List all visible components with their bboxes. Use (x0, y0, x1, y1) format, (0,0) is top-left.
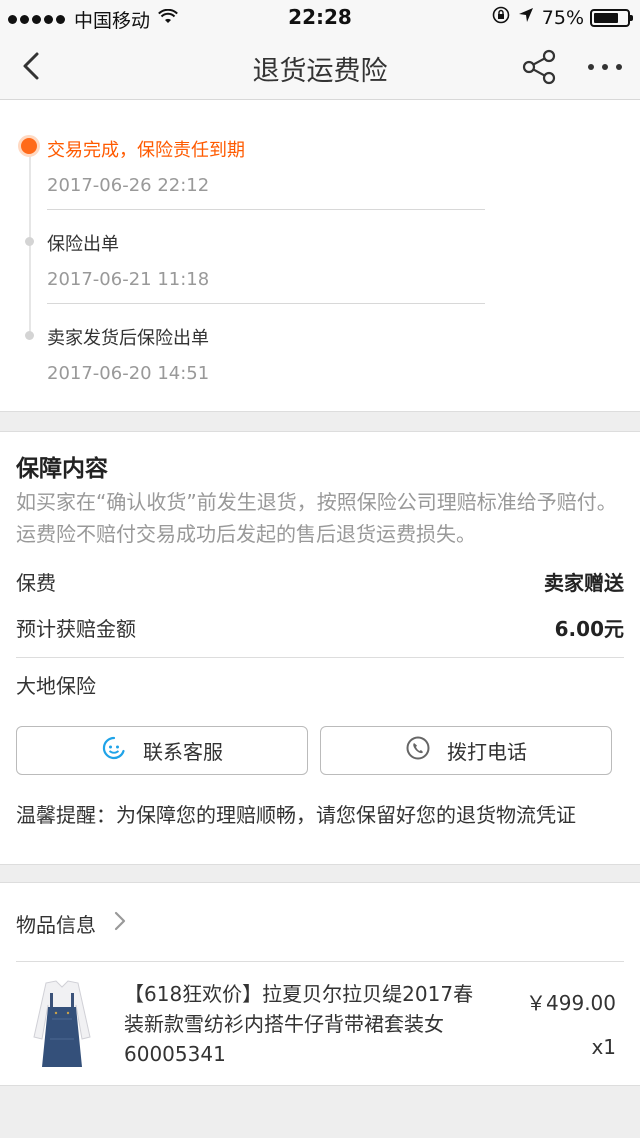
chevron-right-icon (114, 911, 126, 936)
guarantee-title: 保障内容 (16, 456, 108, 482)
contact-service-label: 联系客服 (143, 740, 223, 764)
guarantee-section: 保障内容 如买家在“确认收货”前发生退货，按照保险公司理赔标准给予赔付。运费险不… (0, 431, 640, 865)
product-thumbnail[interactable] (32, 979, 92, 1071)
call-button[interactable]: 拨打电话 (320, 726, 612, 775)
item-info-header[interactable]: 物品信息 (16, 909, 126, 938)
location-arrow-icon (518, 7, 534, 28)
timeline-divider (47, 209, 485, 210)
premium-label: 保费 (16, 571, 56, 595)
orientation-lock-icon (492, 6, 510, 29)
battery-icon (590, 8, 633, 27)
timeline-item: 卖家发货后保险出单 2017-06-20 14:51 (47, 324, 209, 384)
timeline-item-time: 2017-06-21 11:18 (47, 269, 210, 290)
premium-value: 卖家赠送 (544, 571, 624, 595)
claim-value: 6.00元 (554, 617, 624, 641)
item-info-divider (16, 961, 624, 962)
guarantee-description: 如买家在“确认收货”前发生退货，按照保险公司理赔标准给予赔付。运费险不赔付交易成… (16, 490, 617, 546)
battery-percent: 75% (541, 6, 584, 29)
product-title[interactable]: 【618狂欢价】拉夏贝尔拉贝缇2017春装新款雪纺衫内搭牛仔背带裙套装女6000… (124, 979, 474, 1069)
premium-row: 保费 卖家赠送 (16, 567, 624, 596)
call-label: 拨打电话 (447, 740, 527, 764)
timeline-item-time: 2017-06-26 22:12 (47, 175, 210, 196)
product-quantity: x1 (591, 1035, 616, 1059)
timeline-dot (25, 331, 34, 340)
insurance-company: 大地保险 (16, 674, 96, 698)
timeline-item-title: 交易完成，保险责任到期 (47, 140, 245, 161)
timeline-divider (47, 303, 485, 304)
item-info-title: 物品信息 (16, 913, 96, 937)
timeline-item-title: 保险出单 (47, 234, 119, 255)
timeline-dot (25, 237, 34, 246)
more-icon[interactable] (588, 64, 622, 72)
product-price: ￥499.00 (526, 991, 616, 1015)
phone-icon (405, 735, 431, 766)
contact-service-button[interactable]: 联系客服 (16, 726, 308, 775)
share-icon[interactable] (520, 48, 560, 86)
nav-bar: 退货运费险 (0, 34, 640, 100)
item-info-section: 物品信息 【618狂欢价】拉夏贝尔拉贝缇2017春装新款雪纺衫内搭牛仔背带裙套装… (0, 882, 640, 1086)
status-bar: 中国移动 22:28 75% (0, 0, 640, 34)
reminder-text: 温馨提醒：为保障您的理赔顺畅，请您保留好您的退货物流凭证 (16, 803, 576, 827)
claim-label: 预计获赔金额 (16, 617, 136, 641)
claim-row: 预计获赔金额 6.00元 (16, 613, 624, 642)
customer-service-icon (101, 735, 127, 766)
timeline-item: 保险出单 2017-06-21 11:18 (47, 230, 209, 290)
timeline-item: 交易完成，保险责任到期 2017-06-26 22:12 (47, 136, 245, 196)
timeline-item-time: 2017-06-20 14:51 (47, 363, 210, 384)
battery-fill (594, 12, 618, 23)
timeline-dot-active (18, 135, 40, 157)
guarantee-divider (16, 657, 624, 658)
status-right: 75% (492, 6, 633, 29)
timeline-item-title: 卖家发货后保险出单 (47, 328, 209, 349)
